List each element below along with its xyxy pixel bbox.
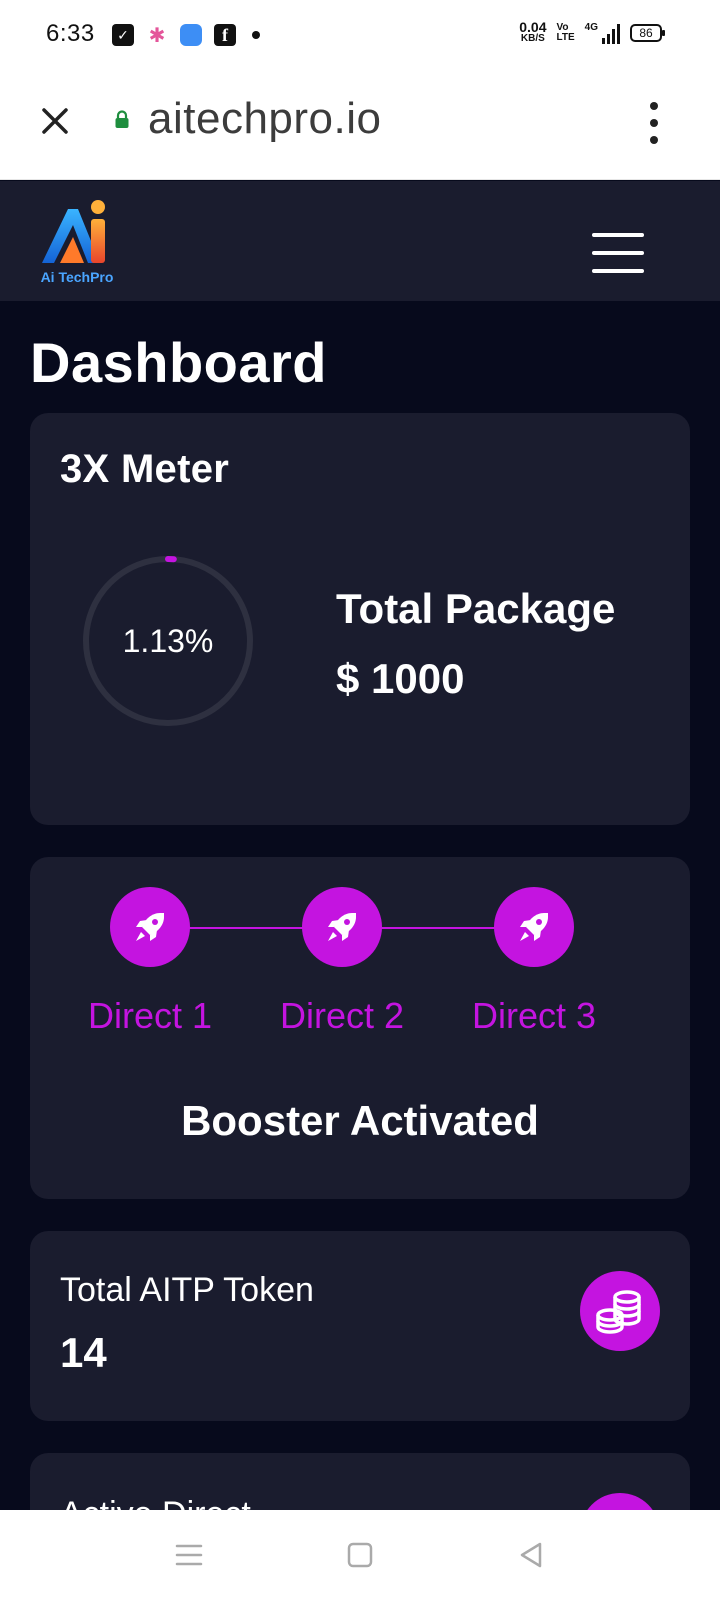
signal-bar xyxy=(617,24,620,44)
logo-text: Ai TechPro xyxy=(40,269,114,285)
direct-2-label: Direct 2 xyxy=(279,995,405,1036)
checkbox-app-icon: ✓ xyxy=(112,24,134,46)
facebook-icon: f xyxy=(214,24,236,46)
rocket-icon xyxy=(520,913,548,941)
coins-icon xyxy=(580,1271,660,1351)
back-triangle-icon xyxy=(520,1542,542,1568)
star-app-icon: ✱ xyxy=(148,24,166,47)
meter-percent: 1.13% xyxy=(122,622,214,659)
site-header: Ai TechPro xyxy=(0,181,720,301)
direct-2-rocket xyxy=(302,887,382,967)
notification-icons: ✓ ✱ f xyxy=(112,24,260,47)
volte-bottom: LTE xyxy=(556,32,575,43)
status-bar: 6:33 ✓ ✱ f 0.04 KB/S Vo LTE 4G 86 xyxy=(0,0,720,72)
rocket-icon xyxy=(136,913,164,941)
booster-card: Direct 1 Direct 2 Direct 3 Booster Activ… xyxy=(30,857,690,1199)
battery-icon: 86 xyxy=(630,24,665,42)
system-indicators: 0.04 KB/S Vo LTE 4G 86 xyxy=(519,19,665,44)
page-title: Dashboard xyxy=(30,331,327,394)
menu-dot xyxy=(650,102,658,110)
back-button[interactable] xyxy=(514,1538,548,1572)
direct-3-rocket xyxy=(494,887,574,967)
hamburger-line xyxy=(592,251,644,255)
direct-1-label: Direct 1 xyxy=(87,995,213,1036)
signal-bar xyxy=(602,38,605,44)
menu-lines-icon xyxy=(175,1544,203,1566)
menu-dot xyxy=(650,119,658,127)
ai-logo-icon xyxy=(42,200,105,263)
menu-dot xyxy=(650,136,658,144)
total-package-label: Total Package xyxy=(336,585,616,632)
home-button[interactable] xyxy=(343,1538,377,1572)
direct-3-label: Direct 3 xyxy=(471,995,597,1036)
meter-card: 3X Meter 1.13% Total Package $ 1000 xyxy=(30,413,690,825)
square-icon xyxy=(347,1542,373,1568)
signal-icon: 4G xyxy=(585,22,620,44)
token-label: Total AITP Token xyxy=(60,1271,314,1309)
coin-stack-icon xyxy=(596,1290,641,1334)
hamburger-line xyxy=(592,233,644,237)
url-bar[interactable]: aitechpro.io xyxy=(148,94,381,144)
more-notifications-icon xyxy=(252,31,260,39)
rocket-icon xyxy=(328,913,356,941)
network-speed-unit: KB/S xyxy=(520,33,545,44)
volte-indicator: Vo LTE xyxy=(557,23,575,43)
system-nav-bar xyxy=(0,1510,720,1600)
hamburger-line xyxy=(592,269,644,273)
meter-card-title: 3X Meter xyxy=(60,447,230,491)
status-time: 6:33 xyxy=(46,20,95,47)
site-logo[interactable]: Ai TechPro xyxy=(32,197,122,289)
hamburger-menu-button[interactable] xyxy=(592,233,644,273)
token-card: Total AITP Token 14 xyxy=(30,1231,690,1421)
network-speed: 0.04 KB/S xyxy=(519,19,547,44)
recent-apps-button[interactable] xyxy=(172,1538,206,1572)
browser-menu-button[interactable] xyxy=(644,102,664,144)
signal-bar xyxy=(612,29,615,44)
signal-bar xyxy=(607,34,610,44)
browser-toolbar: aitechpro.io xyxy=(0,72,720,180)
network-speed-value: 0.04 xyxy=(519,19,547,35)
network-type: 4G xyxy=(584,22,598,33)
blue-app-icon xyxy=(180,24,202,46)
close-icon xyxy=(42,108,68,134)
battery-level: 86 xyxy=(639,26,653,40)
token-value: 14 xyxy=(60,1329,107,1376)
lock-icon xyxy=(115,110,129,128)
booster-status: Booster Activated xyxy=(181,1097,539,1144)
total-package-value: $ 1000 xyxy=(336,655,465,702)
close-tab-button[interactable] xyxy=(36,102,74,140)
direct-1-rocket xyxy=(110,887,190,967)
